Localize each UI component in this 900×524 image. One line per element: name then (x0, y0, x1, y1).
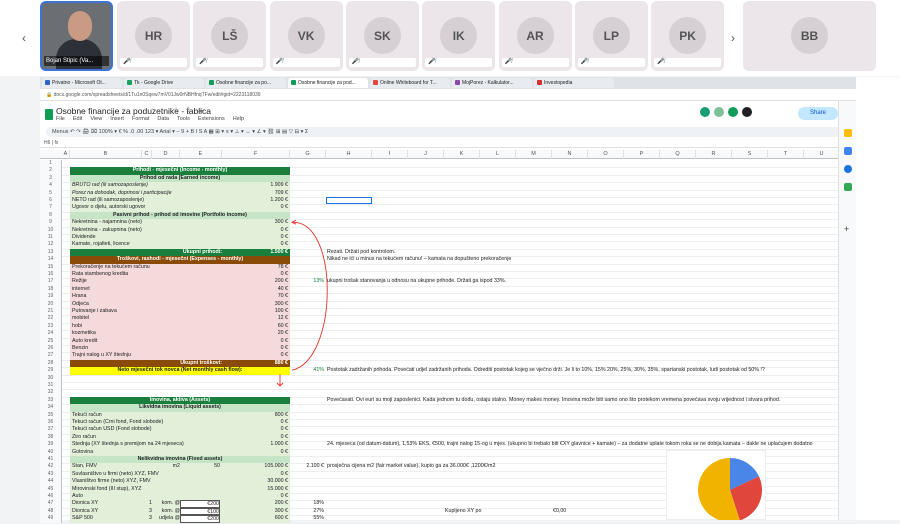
self-video-tile[interactable]: Bojan Stipic (Va... (40, 1, 113, 71)
tab-label: MojPorez - Kalkulator... (462, 80, 514, 86)
lock-icon: 🔒 (46, 92, 54, 98)
keep-icon[interactable] (844, 129, 852, 137)
pie-chart[interactable] (666, 450, 766, 520)
participant-tile[interactable]: HR 🎤̸ (117, 1, 190, 71)
video-call-strip: ‹ Bojan Stipic (Va... › HR 🎤̸ LŠ 🎤̸ VK 🎤̸ SK 🎤̸… (0, 0, 900, 76)
address-bar[interactable]: 🔒 docs.google.com/spreadsheets/d/1Tu1n0S… (40, 89, 856, 101)
avatar: VK (287, 17, 325, 54)
chevron-right-icon[interactable]: › (727, 28, 739, 48)
mic-off-icon: 🎤̸ (425, 58, 493, 67)
browser-tab[interactable]: Investopedia (534, 78, 614, 88)
right-margin (856, 77, 900, 520)
participant-tile[interactable]: VK 🎤̸ (269, 1, 343, 71)
tasks-icon[interactable] (844, 147, 852, 155)
avatar: AR (516, 17, 554, 54)
avatar: SK (363, 17, 401, 54)
participant-tile[interactable]: IK 🎤̸ (422, 1, 496, 71)
participant-tile[interactable]: SK 🎤̸ (345, 1, 419, 71)
mic-off-icon: 🎤̸ (577, 58, 645, 67)
avatar: IK (440, 17, 478, 54)
tab-favicon-icon (537, 80, 542, 86)
maps-icon[interactable] (844, 183, 852, 191)
participant-tile[interactable]: LŠ 🎤̸ (193, 1, 267, 71)
browser-tab-bar: Privatno - Microsoft Ot... Tk - Google Dr… (40, 77, 856, 89)
browser-tab[interactable]: Osobne financije za pod... (288, 78, 368, 88)
tab-label: Online Whiteboard for T... (380, 80, 437, 86)
avatar: HR (135, 17, 172, 54)
browser-tab[interactable]: Online Whiteboard for T... (370, 78, 450, 88)
chevron-left-icon[interactable]: ‹ (18, 28, 30, 48)
browser-tab[interactable]: Osobne financije za po... (206, 78, 286, 88)
person-head (68, 11, 92, 41)
url-text: docs.google.com/spreadsheets/d/1Tu1n0Sqe… (53, 92, 261, 98)
avatar: BB (791, 17, 828, 54)
mic-off-icon: 🎤̸ (120, 58, 187, 67)
tab-favicon-icon (455, 80, 460, 86)
tab-label: Tk - Google Drive (134, 80, 174, 86)
browser-tab[interactable]: MojPorez - Kalkulator... (452, 78, 532, 88)
participant-tile[interactable]: PK 🎤̸ (651, 1, 725, 71)
spreadsheet-window: Osobne financije za poduzetnike - tablic… (40, 101, 856, 524)
plus-icon[interactable]: + (844, 225, 852, 234)
tab-label: Investopedia (544, 80, 573, 86)
avatar: PK (669, 17, 707, 54)
contacts-icon[interactable] (844, 165, 852, 173)
tab-favicon-icon (209, 80, 214, 86)
mic-off-icon: 🎤̸ (348, 58, 416, 67)
participant-name: Bojan Stipic (Va... (44, 56, 109, 66)
mic-off-icon: 🎤̸ (272, 58, 340, 67)
browser-tab[interactable]: Privatno - Microsoft Ot... (42, 78, 122, 88)
tab-label: Privatno - Microsoft Ot... (52, 80, 106, 86)
avatar: LŠ (211, 17, 249, 54)
tab-favicon-icon (45, 80, 50, 86)
avatar: LP (592, 17, 630, 54)
mic-off-icon: 🎤̸ (654, 58, 722, 67)
tab-label: Osobne financije za po... (216, 80, 272, 86)
tab-favicon-icon (373, 80, 378, 86)
arrow-income-to-cashflow (291, 221, 328, 371)
browser-tab[interactable]: Tk - Google Drive (124, 78, 204, 88)
participant-tile[interactable]: AR 🎤̸ (498, 1, 572, 71)
tab-label: Osobne financije za pod... (298, 80, 356, 86)
participant-tile[interactable]: BB (743, 1, 876, 71)
row-gridline (62, 522, 856, 524)
tab-favicon-icon (127, 80, 132, 86)
participant-tile[interactable]: LP 🎤̸ (574, 1, 648, 71)
mic-off-icon: 🎤̸ (501, 58, 569, 67)
side-panel-strip: + (838, 101, 856, 520)
tab-favicon-icon (291, 80, 296, 86)
mic-off-icon: 🎤̸ (196, 58, 264, 67)
